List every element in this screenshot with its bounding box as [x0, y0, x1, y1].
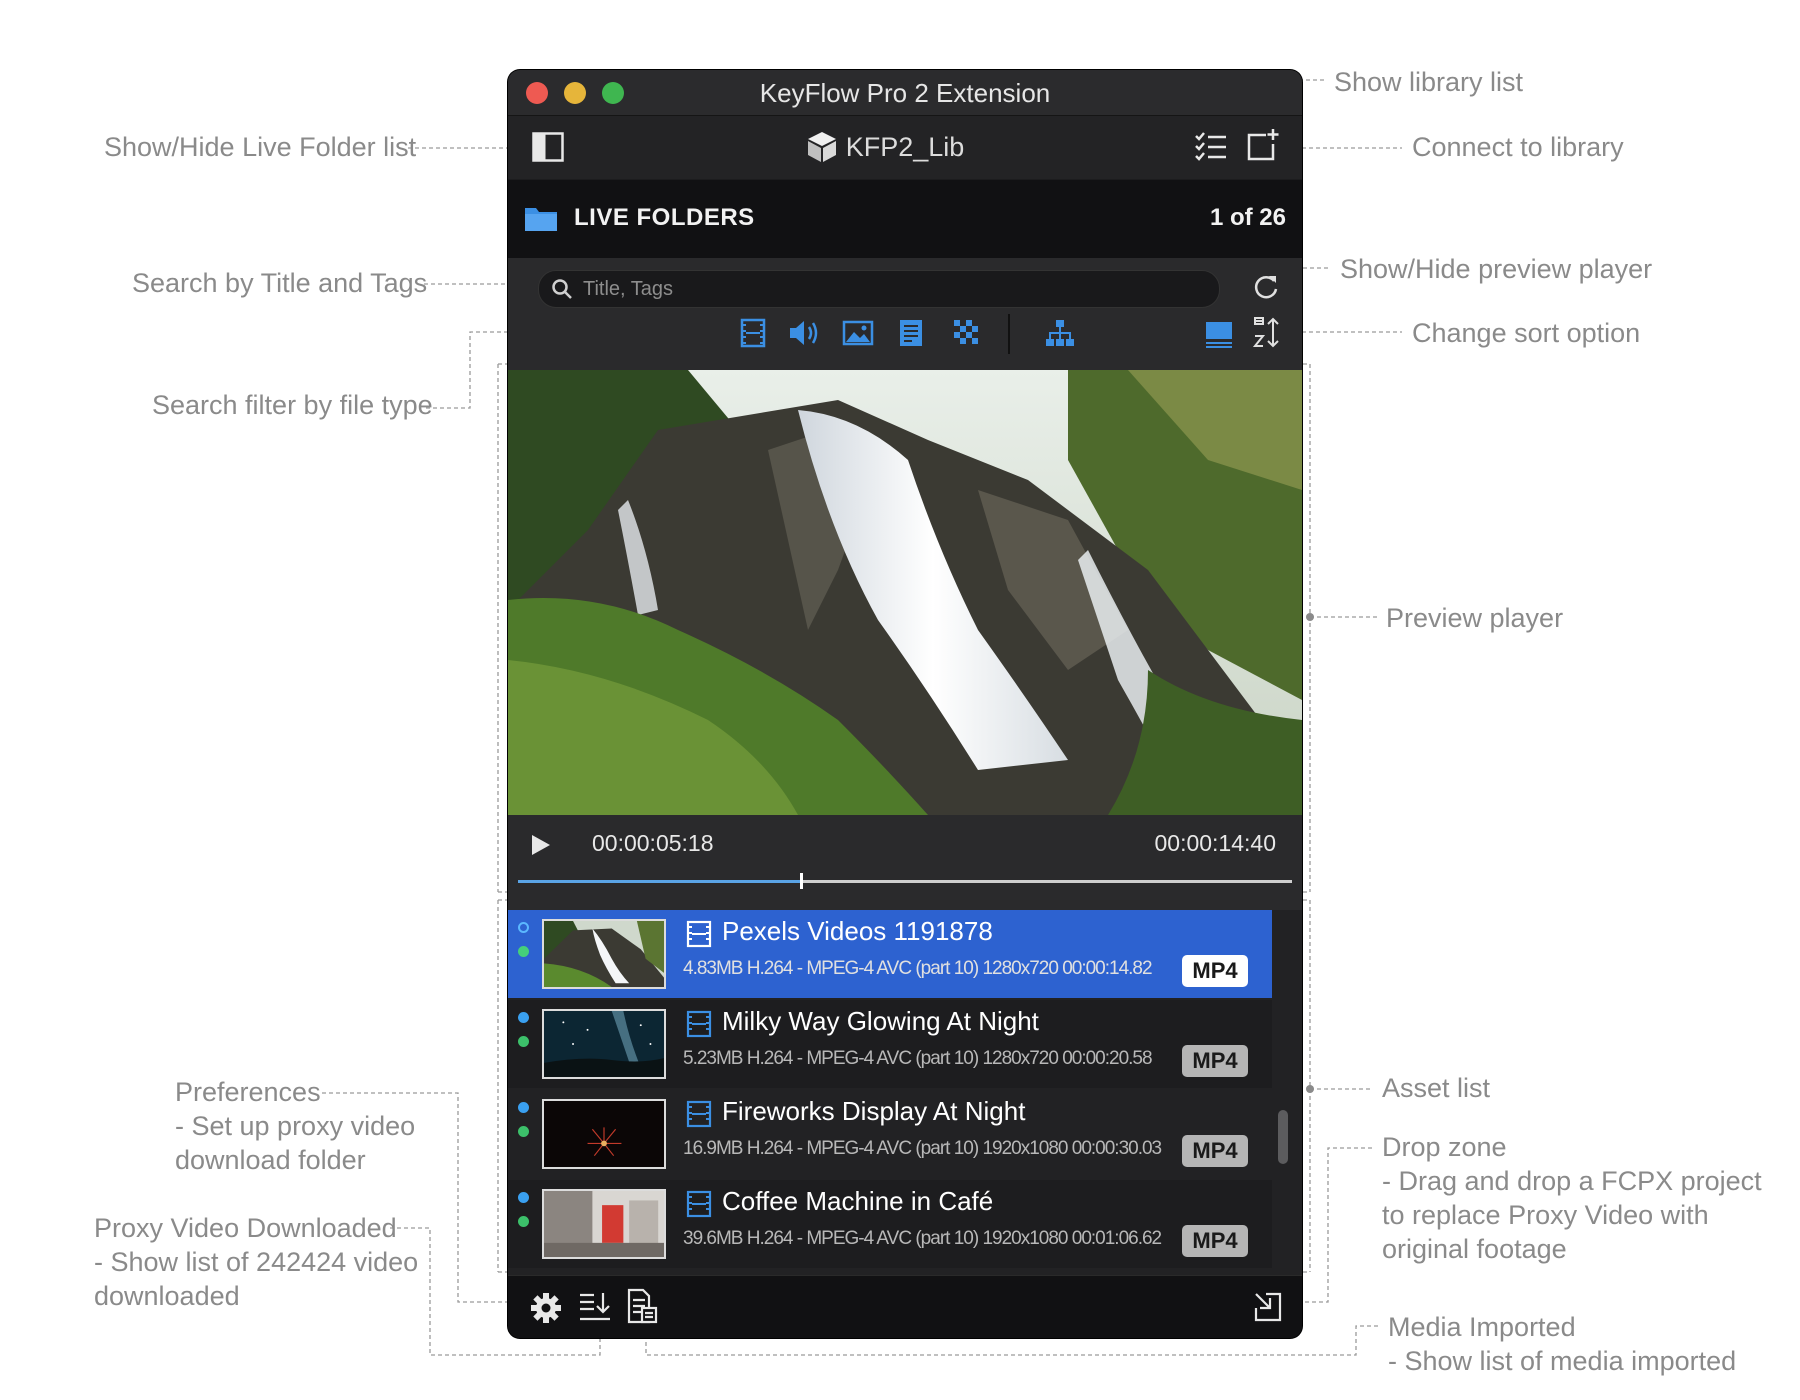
- annotation-preview-player: Preview player: [1386, 603, 1564, 633]
- status-dot-blue: [518, 1102, 529, 1113]
- video-frame[interactable]: [508, 370, 1302, 815]
- annotation-preferences: Preferences - Set up proxy video downloa…: [175, 1077, 416, 1175]
- asset-meta: 16.9MB H.264 - MPEG-4 AVC (part 10) 1920…: [683, 1138, 1162, 1159]
- hierarchy-filter-icon[interactable]: [1044, 318, 1076, 348]
- window-title: KeyFlow Pro 2 Extension: [759, 78, 1051, 108]
- status-dot-green: [518, 946, 529, 957]
- scrubber-progress: [518, 880, 801, 883]
- asset-meta: 5.23MB H.264 - MPEG-4 AVC (part 10) 1280…: [683, 1048, 1153, 1069]
- asset-title: Pexels Videos 1191878: [722, 916, 993, 946]
- video-filter-icon[interactable]: [740, 318, 766, 348]
- format-badge: MP4: [1182, 955, 1248, 987]
- title-bar: KeyFlow Pro 2 Extension: [508, 70, 1302, 115]
- status-dot-blue: [518, 1012, 529, 1023]
- audio-filter-icon[interactable]: [788, 318, 822, 348]
- asset-meta: 39.6MB H.264 - MPEG-4 AVC (part 10) 1920…: [683, 1228, 1162, 1249]
- search-field[interactable]: [538, 270, 1220, 308]
- scrubber-handle[interactable]: [799, 873, 803, 889]
- folder-icon: [525, 208, 557, 231]
- pattern-filter-icon[interactable]: [952, 318, 980, 348]
- asset-thumbnail: [542, 919, 666, 989]
- annotation-search-title-tags: Search by Title and Tags: [132, 268, 428, 298]
- format-badge: MP4: [1182, 1135, 1248, 1167]
- library-name: KFP2_Lib: [845, 132, 965, 162]
- status-dot-blue: [518, 1192, 529, 1203]
- asset-meta: 4.83MB H.264 - MPEG-4 AVC (part 10) 1280…: [683, 958, 1153, 979]
- image-filter-icon[interactable]: [842, 320, 874, 346]
- annotation-show-library-list: Show library list: [1334, 67, 1524, 97]
- library-toolbar: KFP2_Lib: [508, 115, 1302, 179]
- annotation-asset-list: Asset list: [1382, 1073, 1491, 1103]
- asset-row[interactable]: Coffee Machine in Café 39.6MB H.264 - MP…: [508, 1180, 1272, 1268]
- filter-divider: [1008, 314, 1010, 354]
- download-list-icon[interactable]: [578, 1290, 612, 1324]
- asset-title: Milky Way Glowing At Night: [722, 1006, 1039, 1036]
- live-folders-header[interactable]: LIVE FOLDERS 1 of 26: [508, 180, 1302, 258]
- app-window: KeyFlow Pro 2 Extension KFP2_Lib LIVE FO…: [508, 70, 1302, 1338]
- asset-row[interactable]: Milky Way Glowing At Night 5.23MB H.264 …: [508, 1000, 1272, 1088]
- gear-icon[interactable]: [530, 1292, 562, 1324]
- list-icon[interactable]: [1194, 132, 1228, 162]
- asset-row[interactable]: Fireworks Display At Night 16.9MB H.264 …: [508, 1090, 1272, 1178]
- asset-title: Coffee Machine in Café: [722, 1186, 994, 1216]
- annotation-search-filter-type: Search filter by file type: [152, 390, 433, 420]
- status-dot-blue: [518, 922, 529, 933]
- annotation-change-sort: Change sort option: [1412, 318, 1641, 348]
- asset-thumbnail: [542, 1099, 666, 1169]
- preview-player[interactable]: 00:00:05:18 00:00:14:40: [508, 370, 1302, 960]
- search-input[interactable]: [581, 275, 1185, 303]
- status-dot-green: [518, 1126, 529, 1137]
- annotation-show-hide-preview: Show/Hide preview player: [1340, 254, 1653, 284]
- live-folders-title: LIVE FOLDERS: [574, 204, 755, 231]
- asset-row[interactable]: Pexels Videos 1191878 4.83MB H.264 - MPE…: [508, 910, 1272, 998]
- play-icon[interactable]: [530, 833, 552, 857]
- format-badge: MP4: [1182, 1045, 1248, 1077]
- asset-thumbnail: [542, 1189, 666, 1259]
- search-icon: [552, 279, 572, 299]
- annotation-media-imported: Media Imported - Show list of media impo…: [1388, 1312, 1737, 1376]
- document-list-icon[interactable]: [626, 1288, 658, 1324]
- annotation-show-hide-folder-list: Show/Hide Live Folder list: [104, 132, 417, 162]
- status-dot-green: [518, 1216, 529, 1227]
- asset-thumbnail: [542, 1009, 666, 1079]
- video-file-icon: [686, 920, 712, 948]
- sort-icon[interactable]: [1252, 316, 1282, 350]
- video-file-icon: [686, 1100, 712, 1128]
- current-time: 00:00:05:18: [592, 830, 714, 856]
- folder-count: 1 of 26: [1209, 204, 1286, 231]
- video-file-icon: [686, 1190, 712, 1218]
- document-filter-icon[interactable]: [898, 318, 926, 348]
- add-library-icon[interactable]: [1246, 128, 1280, 162]
- video-file-icon: [686, 1010, 712, 1038]
- bottom-bar: [508, 1275, 1302, 1338]
- scrubber[interactable]: [518, 873, 1292, 889]
- annotation-drop-zone: Drop zone - Drag and drop a FCPX project…: [1382, 1132, 1762, 1264]
- status-dot-green: [518, 1036, 529, 1047]
- asset-title: Fireworks Display At Night: [722, 1096, 1026, 1126]
- preview-toggle-icon[interactable]: [1204, 320, 1234, 348]
- list-scrollbar[interactable]: [1278, 1110, 1288, 1164]
- annotation-connect-library: Connect to library: [1412, 132, 1624, 162]
- search-and-filter-bar: [508, 258, 1302, 370]
- total-duration: 00:00:14:40: [1154, 830, 1276, 856]
- format-badge: MP4: [1182, 1225, 1248, 1257]
- annotation-proxy-downloaded: Proxy Video Downloaded - Show list of 24…: [94, 1213, 419, 1311]
- drop-zone-icon[interactable]: [1252, 1290, 1284, 1324]
- asset-list[interactable]: Pexels Videos 1191878 4.83MB H.264 - MPE…: [508, 910, 1302, 1275]
- refresh-icon[interactable]: [1250, 272, 1280, 302]
